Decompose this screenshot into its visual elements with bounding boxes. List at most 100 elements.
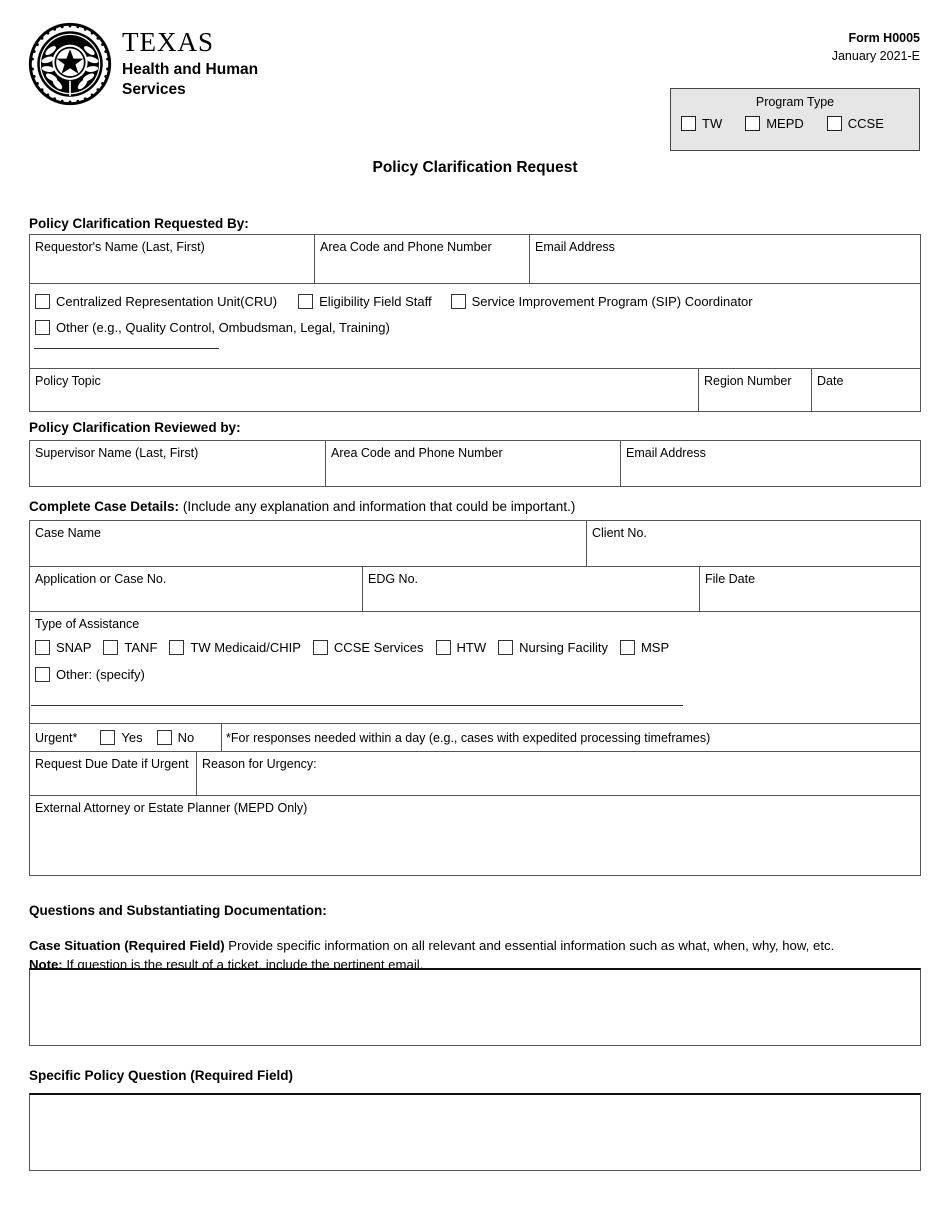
form-number: Form H0005 <box>848 31 920 45</box>
checkbox-urgent-no[interactable] <box>156 730 172 745</box>
field-label: Application or Case No. <box>35 572 167 586</box>
role-option-other[interactable]: Other (e.g., Quality Control, Ombudsman,… <box>35 320 390 335</box>
field-label: Area Code and Phone Number <box>331 446 503 460</box>
role-option-cru[interactable]: Centralized Representation Unit(CRU) <box>35 294 277 309</box>
section-heading-questions: Questions and Substantiating Documentati… <box>29 903 327 918</box>
field-external-attorney[interactable]: External Attorney or Estate Planner (MEP… <box>30 796 920 875</box>
field-requestor-phone[interactable]: Area Code and Phone Number <box>314 235 529 283</box>
table-row-case-name: Case Name Client No. <box>30 521 920 566</box>
assistance-option-ccse-services[interactable]: CCSE Services <box>312 640 424 655</box>
checkbox-ccse-services[interactable] <box>312 640 328 655</box>
checkbox-mepd[interactable] <box>745 116 761 131</box>
field-label: Requestor's Name (Last, First) <box>35 240 205 254</box>
field-requestor-email[interactable]: Email Address <box>529 235 920 283</box>
table-row-policy-topic: Policy Topic Region Number Date <box>30 368 920 411</box>
assistance-option-snap[interactable]: SNAP <box>35 640 91 655</box>
type-of-assistance-label: Type of Assistance <box>35 617 140 631</box>
section-heading-requested-by: Policy Clarification Requested By: <box>29 216 249 231</box>
field-label: Case Name <box>35 526 101 540</box>
assistance-option-nursing-facility[interactable]: Nursing Facility <box>498 640 608 655</box>
field-policy-topic[interactable]: Policy Topic <box>30 369 698 411</box>
field-label: Region Number <box>704 374 792 388</box>
field-application-or-case-no[interactable]: Application or Case No. <box>30 567 362 611</box>
program-type-option-ccse[interactable]: CCSE <box>826 116 884 131</box>
logo-line-2: Services <box>122 80 186 98</box>
checkbox-htw[interactable] <box>435 640 451 655</box>
assistance-other-specify-line[interactable] <box>31 705 683 706</box>
checkbox-ccse[interactable] <box>826 116 842 131</box>
case-details-heading-bold: Complete Case Details: <box>29 499 180 514</box>
reviewed-by-table: Supervisor Name (Last, First) Area Code … <box>29 440 921 487</box>
field-label: Email Address <box>626 446 706 460</box>
table-row-external-attorney: External Attorney or Estate Planner (MEP… <box>30 795 920 875</box>
role-option-eligibility-field-staff[interactable]: Eligibility Field Staff <box>298 294 432 309</box>
assistance-option-tanf[interactable]: TANF <box>103 640 157 655</box>
form-date: January 2021-E <box>831 48 920 63</box>
assistance-label-tanf: TANF <box>124 640 158 655</box>
assistance-label-ccse-services: CCSE Services <box>333 640 424 655</box>
role-label-cru: Centralized Representation Unit(CRU) <box>56 294 278 309</box>
checkbox-eligibility-field-staff[interactable] <box>298 294 314 309</box>
checkbox-nursing-facility[interactable] <box>498 640 514 655</box>
field-supervisor-email[interactable]: Email Address <box>620 441 920 486</box>
role-other-specify-line[interactable] <box>34 348 219 349</box>
field-case-name[interactable]: Case Name <box>30 521 586 566</box>
urgent-option-yes[interactable]: Yes <box>100 730 143 745</box>
field-region-number[interactable]: Region Number <box>698 369 811 411</box>
field-label: Request Due Date if Urgent <box>35 757 189 771</box>
texas-state-seal-icon <box>28 22 112 106</box>
program-type-label-mepd: MEPD <box>766 116 804 131</box>
checkbox-tanf[interactable] <box>103 640 119 655</box>
role-option-sip-coordinator[interactable]: Service Improvement Program (SIP) Coordi… <box>450 294 753 309</box>
checkbox-urgent-yes[interactable] <box>100 730 116 745</box>
assistance-label-tw-medicaid-chip: TW Medicaid/CHIP <box>190 640 301 655</box>
field-label: File Date <box>705 572 756 586</box>
field-label: Client No. <box>592 526 647 540</box>
checkbox-sip-coordinator[interactable] <box>450 294 466 309</box>
program-type-option-mepd[interactable]: MEPD <box>745 116 804 131</box>
checkbox-cru[interactable] <box>35 294 50 309</box>
urgent-option-no[interactable]: No <box>156 730 194 745</box>
case-situation-rest: Provide specific information on all rele… <box>224 938 835 953</box>
table-row-supervisor: Supervisor Name (Last, First) Area Code … <box>30 441 920 486</box>
case-details-heading-rest: (Include any explanation and information… <box>182 499 576 514</box>
assistance-option-other[interactable]: Other: (specify) <box>35 667 145 682</box>
field-label: EDG No. <box>368 572 419 586</box>
field-supervisor-phone[interactable]: Area Code and Phone Number <box>325 441 620 486</box>
field-label: Supervisor Name (Last, First) <box>35 446 199 460</box>
field-label: External Attorney or Estate Planner (MEP… <box>35 801 308 815</box>
checkbox-msp[interactable] <box>619 640 635 655</box>
field-edg-no[interactable]: EDG No. <box>362 567 699 611</box>
page-title: Policy Clarification Request <box>372 159 578 176</box>
table-row-application-no: Application or Case No. EDG No. File Dat… <box>30 566 920 611</box>
case-situation-bold: Case Situation (Required Field) <box>29 938 225 953</box>
assistance-option-tw-medicaid-chip[interactable]: TW Medicaid/CHIP <box>169 640 301 655</box>
assistance-label-nursing-facility: Nursing Facility <box>519 640 608 655</box>
program-type-option-tw[interactable]: TW <box>681 116 722 131</box>
table-row-urgent: Urgent* Yes No *For responses needed wit… <box>30 723 920 751</box>
urgent-note-cell: *For responses needed within a day (e.g.… <box>221 724 920 751</box>
field-supervisor-name[interactable]: Supervisor Name (Last, First) <box>30 441 325 486</box>
checkbox-tw[interactable] <box>681 116 696 131</box>
case-situation-textarea[interactable] <box>29 968 921 1046</box>
case-details-table: Case Name Client No. Application or Case… <box>29 520 921 876</box>
policy-question-textarea[interactable] <box>29 1093 921 1171</box>
field-request-due-date[interactable]: Request Due Date if Urgent <box>30 752 196 795</box>
checkbox-role-other[interactable] <box>35 320 50 335</box>
checkbox-tw-medicaid-chip[interactable] <box>169 640 185 655</box>
field-date[interactable]: Date <box>811 369 920 411</box>
form-page: TEXAS Health and Human Services Form H00… <box>0 0 950 1230</box>
assistance-option-msp[interactable]: MSP <box>619 640 669 655</box>
field-requestor-name[interactable]: Requestor's Name (Last, First) <box>30 235 314 283</box>
field-file-date[interactable]: File Date <box>699 567 920 611</box>
field-reason-for-urgency[interactable]: Reason for Urgency: <box>196 752 920 795</box>
requested-by-table: Requestor's Name (Last, First) Area Code… <box>29 234 921 412</box>
checkbox-assistance-other[interactable] <box>35 667 50 682</box>
assistance-option-htw[interactable]: HTW <box>435 640 486 655</box>
field-label: Policy Topic <box>35 374 101 388</box>
role-label-eligibility-field-staff: Eligibility Field Staff <box>319 294 432 309</box>
type-of-assistance-cell: Type of Assistance SNAP TANF TW Medicaid… <box>30 612 920 723</box>
field-client-no[interactable]: Client No. <box>586 521 920 566</box>
checkbox-snap[interactable] <box>35 640 50 655</box>
program-type-label-tw: TW <box>702 116 723 131</box>
